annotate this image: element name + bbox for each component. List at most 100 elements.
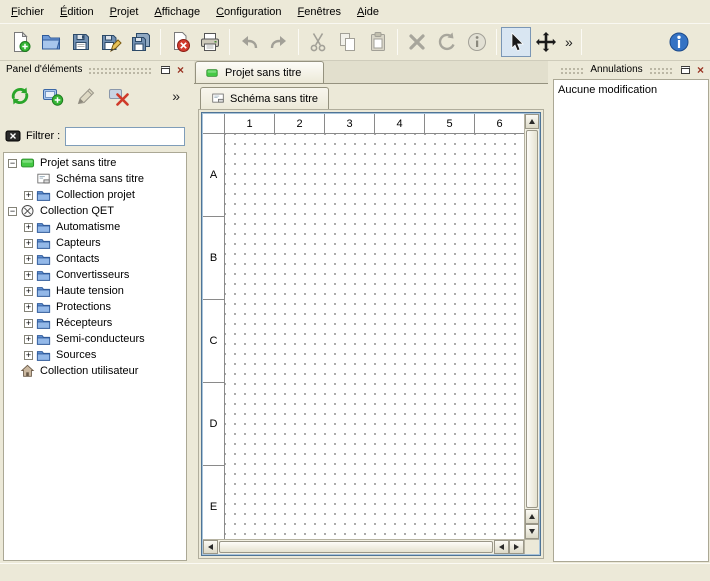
- clear-filter-icon[interactable]: [5, 128, 21, 144]
- tree-item-schema-sans-titre[interactable]: Schéma sans titre: [4, 171, 186, 187]
- rotate-button[interactable]: [432, 27, 462, 57]
- dock-handle-texture: [560, 67, 584, 75]
- delete-element-button[interactable]: [105, 82, 133, 110]
- save-button[interactable]: [66, 27, 96, 57]
- about-qet-button[interactable]: [664, 27, 694, 57]
- reload-collections-button[interactable]: [6, 82, 34, 110]
- tree-item-collection-projet[interactable]: +Collection projet: [4, 187, 186, 203]
- tree-item-label: Haute tension: [54, 285, 126, 297]
- tree-item-sources[interactable]: +Sources: [4, 347, 186, 363]
- toolbar-separator: [397, 29, 398, 55]
- new-element-button[interactable]: [39, 82, 67, 110]
- horizontal-scrollbar[interactable]: [203, 539, 524, 554]
- scroll-up-button[interactable]: [525, 114, 539, 129]
- edit-element-button[interactable]: [72, 82, 100, 110]
- tree-item-contacts[interactable]: +Contacts: [4, 251, 186, 267]
- tree-item-collection-qet[interactable]: − Collection QET: [4, 203, 186, 219]
- diagram-tab[interactable]: Schéma sans titre: [200, 87, 329, 109]
- copy-button[interactable]: [333, 27, 363, 57]
- vertical-scrollbar-thumb[interactable]: [526, 130, 538, 508]
- expand-expander-icon[interactable]: +: [24, 223, 33, 232]
- expand-expander-icon[interactable]: +: [24, 335, 33, 344]
- expand-expander-icon[interactable]: +: [24, 351, 33, 360]
- row-ruler: ABCDE: [203, 134, 225, 539]
- menu-projet[interactable]: Projet: [102, 0, 147, 23]
- filter-input[interactable]: [65, 127, 185, 146]
- menu-fenetres[interactable]: Fenêtres: [290, 0, 349, 23]
- cut-icon: [307, 31, 329, 53]
- panel-overflow-chevron[interactable]: »: [168, 88, 184, 104]
- toolbar-group: [402, 27, 492, 57]
- tree-item-capteurs[interactable]: +Capteurs: [4, 235, 186, 251]
- collapse-expander-icon[interactable]: −: [8, 159, 17, 168]
- close-dock-button[interactable]: ×: [174, 63, 187, 76]
- dock-handle-texture: [88, 67, 153, 75]
- tree-item-label: Collection QET: [38, 205, 116, 217]
- horizontal-scrollbar-thumb[interactable]: [219, 541, 493, 553]
- save-as-button[interactable]: [96, 27, 126, 57]
- tree-item-collection-utilisateur[interactable]: Collection utilisateur: [4, 363, 186, 379]
- tree-item-automatisme[interactable]: +Automatisme: [4, 219, 186, 235]
- menu-edition[interactable]: Édition: [52, 0, 102, 23]
- column-ruler: 123456: [225, 114, 524, 134]
- new-project-button[interactable]: [6, 27, 36, 57]
- tree-item-haute-tension[interactable]: + Haute tension: [4, 283, 186, 299]
- delete-button[interactable]: [402, 27, 432, 57]
- vertical-scrollbar[interactable]: [524, 114, 539, 539]
- menu-aide[interactable]: Aide: [349, 0, 387, 23]
- scroll-right-button[interactable]: [509, 540, 524, 554]
- expand-expander-icon[interactable]: +: [24, 319, 33, 328]
- expand-expander-icon[interactable]: +: [24, 271, 33, 280]
- delete-element-icon: [108, 85, 130, 107]
- tree-item-protections[interactable]: +Protections: [4, 299, 186, 315]
- element-info-button[interactable]: [462, 27, 492, 57]
- elements-panel-titlebar[interactable]: Panel d'éléments ×: [0, 61, 190, 77]
- save-all-button[interactable]: [126, 27, 156, 57]
- tree-item-projet-sans-titre[interactable]: −Projet sans titre: [4, 155, 186, 171]
- scroll-left-button-2[interactable]: [494, 540, 509, 554]
- expand-expander-icon[interactable]: +: [24, 239, 33, 248]
- qet-icon: [20, 204, 35, 218]
- scroll-up-button-2[interactable]: [525, 509, 539, 524]
- expand-expander-icon[interactable]: +: [24, 255, 33, 264]
- application-window: FichierÉditionProjetAffichageConfigurati…: [0, 0, 710, 581]
- diagram-tab-label: Schéma sans titre: [230, 93, 318, 105]
- undo-dock: Annulations × Aucune modification: [552, 61, 710, 563]
- open-project-button[interactable]: [36, 27, 66, 57]
- menu-fichier[interactable]: Fichier: [3, 0, 52, 23]
- ruler-corner: [203, 114, 225, 134]
- cut-button[interactable]: [303, 27, 333, 57]
- project-tab-label: Projet sans titre: [225, 67, 301, 79]
- tree-item-convertisseurs[interactable]: +Convertisseurs: [4, 267, 186, 283]
- expand-expander-icon[interactable]: +: [24, 191, 33, 200]
- print-button[interactable]: [195, 27, 225, 57]
- project-tab[interactable]: Projet sans titre: [195, 61, 324, 83]
- expand-expander-icon[interactable]: +: [24, 303, 33, 312]
- scroll-left-button[interactable]: [203, 540, 218, 554]
- undo-dock-titlebar[interactable]: Annulations ×: [552, 61, 710, 77]
- toolbar-overflow-chevron[interactable]: »: [561, 34, 577, 50]
- tree-item-label: Schéma sans titre: [54, 173, 146, 185]
- float-dock-button[interactable]: [679, 63, 692, 76]
- float-dock-button[interactable]: [159, 63, 172, 76]
- tree-item-recepteurs[interactable]: +Récepteurs: [4, 315, 186, 331]
- toolbar-group: »: [501, 27, 577, 57]
- diagram-pane: 123456 ABCDE: [198, 109, 544, 559]
- menu-affichage[interactable]: Affichage: [146, 0, 208, 23]
- scroll-down-button[interactable]: [525, 524, 539, 539]
- menu-configuration[interactable]: Configuration: [208, 0, 289, 23]
- diagram-canvas[interactable]: [225, 134, 524, 539]
- collapse-expander-icon[interactable]: −: [8, 207, 17, 216]
- tree-item-semi-conducteurs[interactable]: +Semi-conducteurs: [4, 331, 186, 347]
- selection-mode-button[interactable]: [501, 27, 531, 57]
- close-dock-button[interactable]: ×: [694, 63, 707, 76]
- toolbar-separator: [496, 29, 497, 55]
- expand-expander-icon[interactable]: +: [24, 287, 33, 296]
- pan-mode-button[interactable]: [531, 27, 561, 57]
- undo-list-item[interactable]: Aucune modification: [554, 82, 708, 98]
- paste-button[interactable]: [363, 27, 393, 57]
- undo-button[interactable]: [234, 27, 264, 57]
- close-project-button[interactable]: [165, 27, 195, 57]
- redo-button[interactable]: [264, 27, 294, 57]
- diagram-grid-view: 123456 ABCDE: [203, 114, 539, 554]
